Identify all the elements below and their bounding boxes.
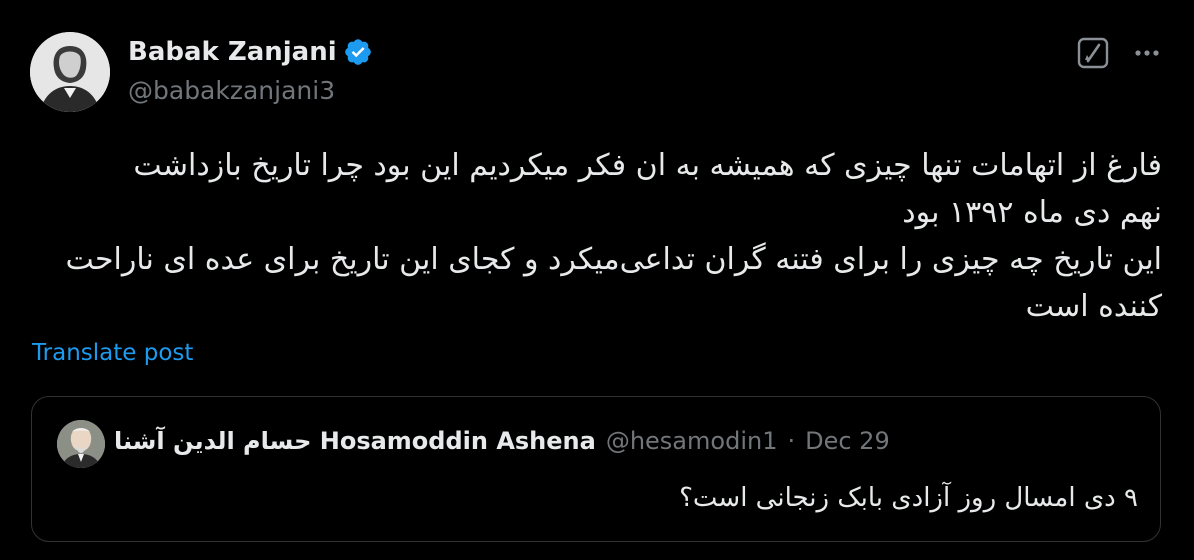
post-text-line: کننده است — [1025, 289, 1162, 324]
author-avatar-image — [30, 32, 110, 112]
grok-icon[interactable] — [1076, 36, 1110, 70]
quoted-handle[interactable]: @hesamodin1 — [606, 427, 778, 455]
verified-badge-icon[interactable] — [343, 37, 373, 67]
quoted-author-avatar[interactable] — [57, 420, 105, 468]
author-name-row: Babak Zanjani — [128, 34, 373, 70]
quoted-name-row: حسام الدین آشنا Hosamoddin Ashena @hesam… — [114, 427, 890, 455]
quoted-display-name[interactable]: حسام الدین آشنا Hosamoddin Ashena — [114, 427, 596, 455]
translate-post-link[interactable]: Translate post — [32, 340, 193, 366]
quoted-date[interactable]: Dec 29 — [805, 427, 890, 455]
author-display-name[interactable]: Babak Zanjani — [128, 37, 337, 67]
author-handle[interactable]: @babakzanjani3 — [128, 76, 335, 105]
post-text-line: فارغ از اتهامات تنها چیزی که همیشه به ان… — [133, 148, 1162, 183]
more-icon[interactable] — [1130, 36, 1164, 70]
post-header-actions — [1076, 36, 1164, 70]
author-avatar[interactable] — [30, 32, 110, 112]
post-text: فارغ از اتهامات تنها چیزی که همیشه به ان… — [30, 142, 1162, 330]
quoted-separator: · — [787, 427, 796, 455]
post-text-line: نهم دی ماه ۱۳۹۲ بود — [902, 195, 1162, 230]
quoted-post-text: ۹ دی امسال روز آزادی بابک زنجانی است؟ — [679, 483, 1138, 513]
quoted-author-avatar-image — [57, 420, 105, 468]
quoted-post-card[interactable]: حسام الدین آشنا Hosamoddin Ashena @hesam… — [31, 396, 1161, 542]
post-text-line: این تاریخ چه چیزی را برای فتنه گران تداع… — [65, 242, 1162, 277]
